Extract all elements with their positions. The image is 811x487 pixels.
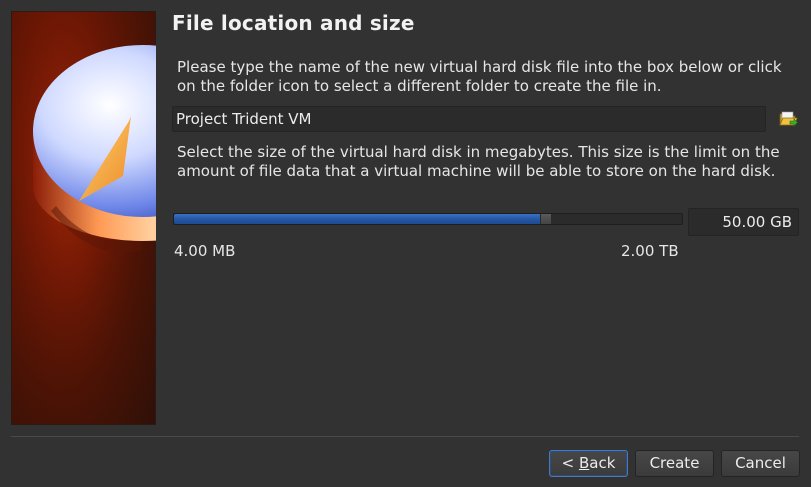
create-virtual-hard-disk-dialog: File location and size Please type the n… — [0, 0, 811, 487]
cancel-button[interactable]: Cancel — [721, 450, 800, 477]
disk-size-slider[interactable] — [173, 213, 683, 225]
disk-size-slider-handle[interactable] — [540, 214, 551, 224]
back-button[interactable]: < Back — [549, 450, 628, 477]
back-button-rest: ack — [589, 454, 616, 472]
disk-size-input[interactable] — [688, 208, 799, 236]
min-size-label: 4.00 MB — [174, 242, 236, 260]
wizard-banner-image — [11, 11, 156, 425]
folder-open-icon — [779, 111, 798, 127]
back-button-mnemonic: B — [578, 454, 590, 472]
size-description: Select the size of the virtual hard disk… — [177, 143, 780, 180]
button-separator — [11, 436, 799, 437]
back-button-prefix: < — [561, 454, 579, 472]
max-size-label: 2.00 TB — [621, 242, 679, 260]
file-name-input[interactable] — [172, 106, 766, 132]
create-button[interactable]: Create — [635, 450, 714, 477]
hard-disk-illustration — [11, 11, 156, 425]
page-title: File location and size — [172, 11, 415, 35]
choose-folder-button[interactable] — [777, 108, 799, 130]
location-description: Please type the name of the new virtual … — [177, 58, 782, 95]
disk-size-slider-fill — [174, 214, 540, 224]
